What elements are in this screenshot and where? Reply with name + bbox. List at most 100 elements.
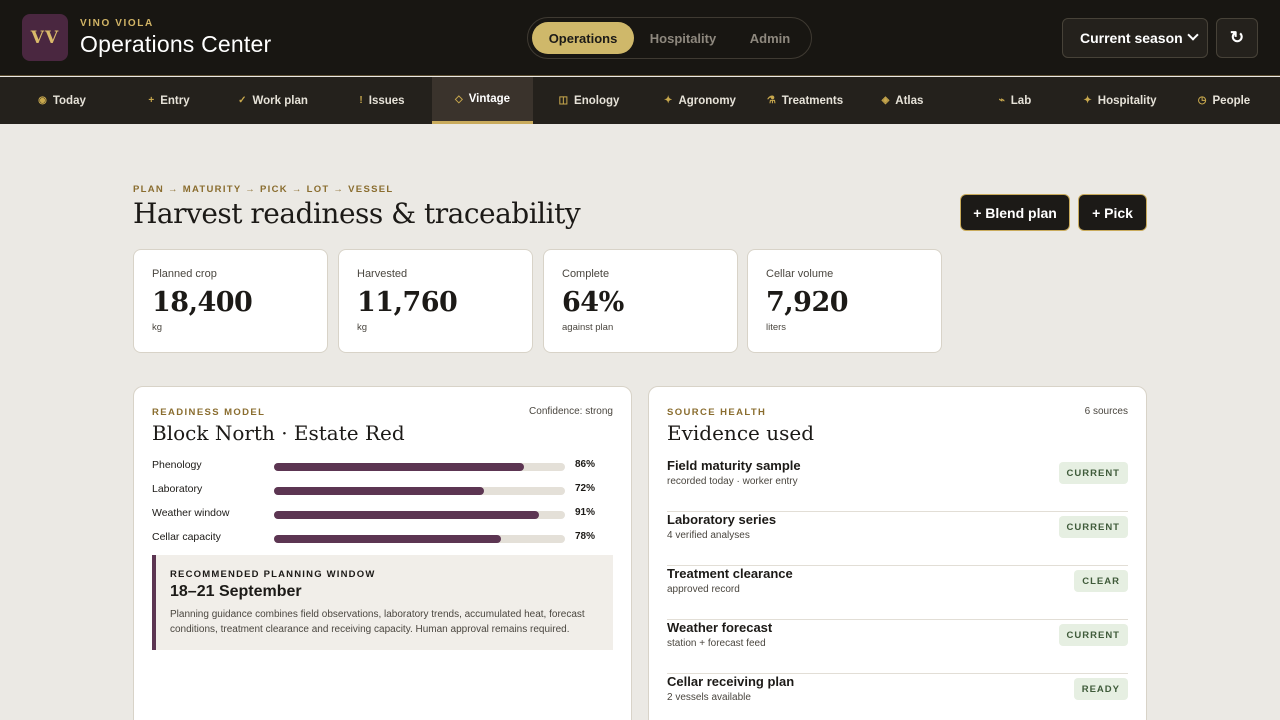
bar-track <box>274 487 565 495</box>
chevron-down-icon <box>1187 29 1199 41</box>
readiness-eyebrow: READINESS MODEL <box>152 407 266 418</box>
stat-unit: kg <box>152 322 163 333</box>
mode-operations-button[interactable]: Operations <box>532 22 634 54</box>
source-title: Cellar receiving plan <box>667 674 795 689</box>
clock-icon: ◷ <box>1197 95 1207 106</box>
stat-card-complete: Complete 64% against plan <box>543 249 738 353</box>
bar-track <box>274 511 565 519</box>
season-select[interactable]: Current season <box>1062 18 1208 58</box>
bar-label: Weather window <box>152 507 230 519</box>
page-title: Harvest readiness & traceability <box>133 197 581 230</box>
nav-item-label: Atlas <box>895 94 924 107</box>
lab-icon: ⌁ <box>998 95 1005 106</box>
bar-percent: 78% <box>575 531 596 542</box>
pick-button[interactable]: + Pick <box>1078 194 1147 231</box>
stat-value: 11,760 <box>357 287 458 318</box>
readiness-bar-weather-window: Weather window 91% <box>152 506 597 522</box>
alert-icon: ! <box>359 95 363 106</box>
confidence-label: Confidence: strong <box>529 406 613 417</box>
source-row[interactable]: Field maturity sample recorded today · w… <box>667 458 1128 512</box>
source-row[interactable]: Treatment clearance approved record CLEA… <box>667 566 1128 620</box>
nav-item-label: Work plan <box>252 94 308 107</box>
bar-track <box>274 463 565 471</box>
mode-admin-button[interactable]: Admin <box>732 22 808 54</box>
source-row[interactable]: Weather forecast station + forecast feed… <box>667 620 1128 674</box>
bar-fill <box>274 535 501 543</box>
source-row[interactable]: Laboratory series 4 verified analyses CU… <box>667 512 1128 566</box>
nav-item-enology[interactable]: ◫ Enology <box>533 77 645 124</box>
recommendation-callout: RECOMMENDED PLANNING WINDOW 18–21 Septem… <box>152 555 613 650</box>
nav-item-issues[interactable]: ! Issues <box>332 77 432 124</box>
bar-label: Phenology <box>152 459 202 471</box>
sources-title: Evidence used <box>667 421 814 445</box>
stat-value: 18,400 <box>152 287 253 318</box>
source-subtitle: station + forecast feed <box>667 638 766 649</box>
bar-fill <box>274 487 484 495</box>
bar-fill <box>274 511 539 519</box>
refresh-button[interactable]: ↻ <box>1216 18 1258 58</box>
mode-hospitality-button[interactable]: Hospitality <box>636 22 730 54</box>
refresh-icon: ↻ <box>1229 28 1245 47</box>
nav-item-label: Today <box>52 94 86 107</box>
sources-eyebrow: SOURCE HEALTH <box>667 407 767 418</box>
main-nav: ◉ Today + Entry ✓ Work plan ! Issues ◇ Vintag… <box>0 77 1280 124</box>
nav-item-label: Lab <box>1010 94 1032 107</box>
source-subtitle: 4 verified analyses <box>667 530 750 541</box>
breadcrumb: PLAN → MATURITY → PICK → LOT → VESSEL <box>133 184 394 195</box>
nav-item-entry[interactable]: + Entry <box>124 77 214 124</box>
stat-value: 64% <box>562 287 624 318</box>
stat-unit: against plan <box>562 322 614 333</box>
nav-item-label: Treatments <box>781 94 844 107</box>
bar-percent: 86% <box>575 459 596 470</box>
flask-icon: ⚗ <box>766 95 776 106</box>
source-row[interactable]: Cellar receiving plan 2 vessels availabl… <box>667 674 1128 720</box>
readiness-bar-laboratory: Laboratory 72% <box>152 482 597 498</box>
season-select-value: Current season <box>1080 30 1183 46</box>
nav-item-people[interactable]: ◷ People <box>1180 77 1268 124</box>
nav-item-label: Hospitality <box>1097 94 1157 107</box>
readiness-title: Block North · Estate Red <box>152 421 405 445</box>
source-subtitle: 2 vessels available <box>667 692 751 703</box>
bar-percent: 72% <box>575 483 596 494</box>
logo: VV <box>22 14 68 61</box>
diamond-icon: ◇ <box>454 93 463 105</box>
stat-label: Harvested <box>357 268 408 280</box>
nav-item-hospitality[interactable]: ✦ Hospitality <box>1060 77 1180 124</box>
status-badge: CLEAR <box>1074 570 1128 592</box>
bar-label: Laboratory <box>152 483 203 495</box>
stat-label: Complete <box>562 268 610 280</box>
bar-track <box>274 535 565 543</box>
nav-item-agronomy[interactable]: ✦ Agronomy <box>645 77 755 124</box>
top-header: VV VINO VIOLA Operations Center Operatio… <box>0 0 1280 76</box>
nav-item-atlas[interactable]: ◈ Atlas <box>855 77 950 124</box>
source-title: Laboratory series <box>667 512 777 527</box>
check-icon: ✓ <box>238 95 247 106</box>
stat-card-planned-crop: Planned crop 18,400 kg <box>133 249 328 353</box>
source-title: Field maturity sample <box>667 458 801 473</box>
stat-card-harvested: Harvested 11,760 kg <box>338 249 533 353</box>
barrel-icon: ◫ <box>558 95 569 106</box>
source-title: Weather forecast <box>667 620 773 635</box>
nav-item-today[interactable]: ◉ Today <box>0 77 124 124</box>
recommendation-text: Planning guidance combines field observa… <box>170 609 585 635</box>
stat-unit: kg <box>357 322 368 333</box>
nav-item-work-plan[interactable]: ✓ Work plan <box>214 77 332 124</box>
bar-label: Cellar capacity <box>152 531 221 543</box>
stat-label: Cellar volume <box>766 268 834 280</box>
nav-item-treatments[interactable]: ⚗ Treatments <box>755 77 855 124</box>
today-icon: ◉ <box>38 95 47 106</box>
nav-item-label: Entry <box>160 94 190 107</box>
nav-item-label: Enology <box>574 94 620 107</box>
sparkle-icon: ✦ <box>1083 95 1092 106</box>
stat-card-cellar-volume: Cellar volume 7,920 liters <box>747 249 942 353</box>
bar-percent: 91% <box>575 507 596 518</box>
recommendation-window: 18–21 September <box>170 583 302 600</box>
sources-count: 6 sources <box>1084 406 1128 417</box>
readiness-bar-cellar-capacity: Cellar capacity 78% <box>152 530 597 546</box>
nav-item-vintage[interactable]: ◇ Vintage <box>432 77 533 124</box>
status-badge: CURRENT <box>1058 516 1128 538</box>
bar-fill <box>274 463 525 471</box>
status-badge: CURRENT <box>1058 462 1128 484</box>
blend-plan-button[interactable]: + Blend plan <box>960 194 1070 231</box>
nav-item-label: People <box>1212 94 1251 107</box>
